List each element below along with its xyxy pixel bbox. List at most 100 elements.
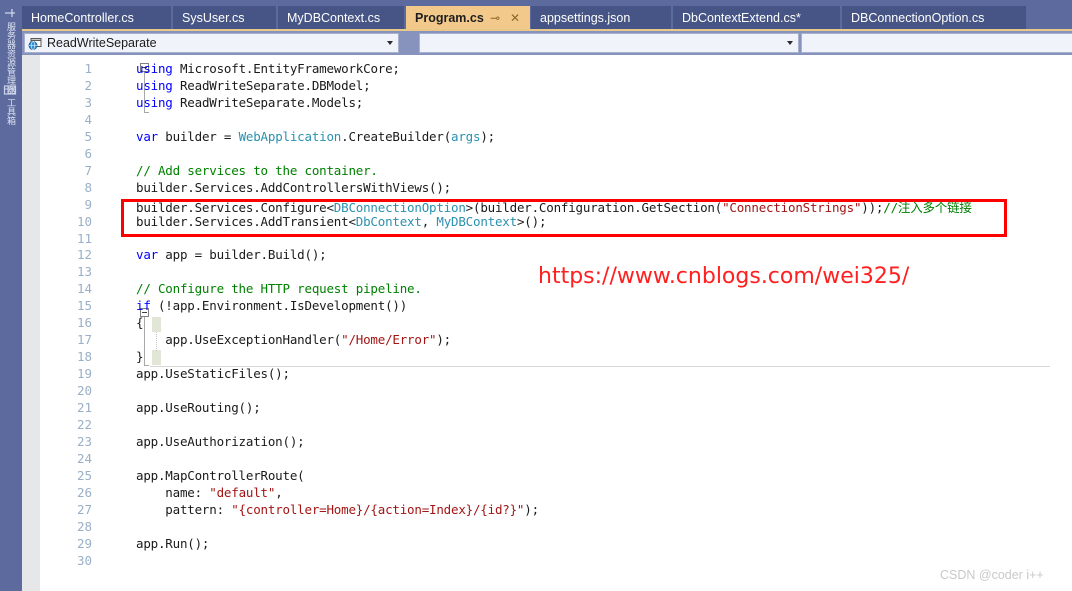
code-line: pattern: "{controller=Home}/{action=Inde… bbox=[136, 502, 539, 517]
close-icon[interactable]: ✕ bbox=[510, 6, 520, 30]
tab-label: HomeController.cs bbox=[31, 11, 134, 25]
code-line: using Microsoft.EntityFrameworkCore; bbox=[136, 61, 400, 76]
tab-db-connection-option[interactable]: DBConnectionOption.cs bbox=[842, 6, 1027, 30]
editor-tabstrip: HomeController.cs SysUser.cs MyDBContext… bbox=[22, 0, 1072, 30]
code-line: app.Run(); bbox=[136, 536, 209, 551]
type-dropdown[interactable] bbox=[419, 33, 799, 53]
line-number: 29 bbox=[76, 535, 92, 551]
code-token: ReadWriteSeparate.Models; bbox=[172, 94, 364, 110]
line-number: 4 bbox=[84, 111, 92, 127]
tab-label: Program.cs bbox=[415, 11, 484, 25]
code-text-layer: using Microsoft.EntityFrameworkCore; usin… bbox=[22, 55, 1072, 591]
line-number: 26 bbox=[76, 484, 92, 500]
code-token: "{controller=Home}/{action=Index}/{id?}" bbox=[231, 501, 525, 517]
code-token: Microsoft bbox=[172, 61, 246, 76]
code-token: ); bbox=[436, 332, 452, 348]
line-number: 13 bbox=[76, 264, 92, 280]
line-number: 24 bbox=[76, 450, 92, 466]
tab-label: DbContextExtend.cs* bbox=[682, 11, 801, 25]
tab-home-controller[interactable]: HomeController.cs bbox=[22, 6, 172, 30]
code-line: var builder = WebApplication.CreateBuild… bbox=[136, 129, 495, 144]
line-number: 8 bbox=[84, 179, 92, 195]
code-line: using ReadWriteSeparate.Models; bbox=[136, 95, 363, 110]
line-number: 5 bbox=[84, 128, 92, 144]
server-explorer-icon bbox=[3, 6, 17, 20]
code-line: app.MapControllerRoute( bbox=[136, 468, 305, 483]
code-line: builder.Services.AddTransient<DbContext,… bbox=[136, 214, 546, 229]
line-number: 9 bbox=[84, 196, 92, 212]
left-dock-strip: 服务器资源管理器 工具箱 bbox=[0, 0, 22, 591]
tab-sys-user[interactable]: SysUser.cs bbox=[173, 6, 277, 30]
code-editor[interactable]: using Microsoft.EntityFrameworkCore; usin… bbox=[22, 55, 1072, 591]
line-number: 10 bbox=[76, 213, 92, 229]
project-dropdown[interactable]: ReadWriteSeparate bbox=[24, 33, 399, 53]
code-token: builder.Services.AddTransient< bbox=[136, 213, 356, 229]
code-token: (!app.Environment.IsDevelopment()) bbox=[150, 298, 408, 314]
code-token: >(builder.Configuration.GetSection( bbox=[465, 199, 723, 215]
line-number: 23 bbox=[76, 433, 92, 449]
code-token: .EntityFrameworkCore; bbox=[245, 61, 400, 76]
code-token: args bbox=[451, 128, 481, 144]
code-token: app.UseAuthorization(); bbox=[136, 433, 305, 449]
code-line: name: "default", bbox=[136, 484, 282, 500]
code-token: name: bbox=[136, 484, 210, 500]
line-number: 11 bbox=[76, 230, 92, 246]
code-token: builder.Services.AddControllersWithViews… bbox=[136, 179, 452, 195]
code-line: // Configure the HTTP request pipeline. bbox=[136, 281, 422, 296]
code-token: MyDBContext bbox=[436, 213, 517, 229]
code-token: "/Home/Error" bbox=[341, 332, 437, 348]
tab-label: SysUser.cs bbox=[182, 11, 245, 25]
line-number: 21 bbox=[76, 400, 92, 415]
code-token: var bbox=[136, 128, 158, 144]
line-number: 2 bbox=[84, 77, 92, 93]
code-line: if (!app.Environment.IsDevelopment()) bbox=[136, 298, 407, 313]
code-token: if bbox=[136, 298, 151, 314]
line-number: 17 bbox=[76, 332, 92, 348]
code-token: DBConnectionOption bbox=[333, 199, 466, 215]
member-dropdown[interactable] bbox=[801, 33, 1072, 53]
line-number: 27 bbox=[76, 501, 92, 517]
tab-label: DBConnectionOption.cs bbox=[851, 11, 985, 25]
code-token: using bbox=[136, 61, 173, 76]
watermark-url: https://www.cnblogs.com/wei325/ bbox=[538, 264, 910, 289]
code-line: } bbox=[136, 349, 144, 364]
tab-label: MyDBContext.cs bbox=[287, 11, 381, 25]
code-token: app = builder.Build(); bbox=[157, 247, 327, 263]
code-token: // Add services to the container. bbox=[136, 162, 378, 178]
code-token: app.UseExceptionHandler( bbox=[136, 332, 342, 348]
code-token: DbContext bbox=[355, 213, 422, 229]
line-number: 12 bbox=[76, 247, 92, 263]
line-number: 30 bbox=[76, 552, 92, 568]
tab-appsettings-json[interactable]: appsettings.json bbox=[531, 6, 672, 30]
tab-db-context-extend[interactable]: DbContextExtend.cs* bbox=[673, 6, 841, 30]
code-token: ReadWriteSeparate.DBModel; bbox=[172, 77, 371, 93]
code-token: { bbox=[136, 315, 144, 331]
tab-my-db-context[interactable]: MyDBContext.cs bbox=[278, 6, 405, 30]
line-number: 28 bbox=[76, 518, 92, 534]
line-number: 25 bbox=[76, 467, 92, 483]
code-token: WebApplication bbox=[238, 128, 342, 144]
chevron-down-icon[interactable] bbox=[387, 41, 393, 45]
code-token: pattern: bbox=[136, 501, 232, 517]
line-number: 14 bbox=[76, 281, 92, 297]
line-number: 6 bbox=[84, 145, 92, 161]
pin-icon[interactable]: ⊸ bbox=[490, 6, 500, 30]
code-line: // Add services to the container. bbox=[136, 163, 378, 178]
line-number: 1 bbox=[84, 61, 92, 76]
project-globe-icon bbox=[28, 37, 42, 51]
line-number: 19 bbox=[76, 366, 92, 382]
chevron-down-icon[interactable] bbox=[787, 41, 793, 45]
toolbox-icon bbox=[3, 82, 17, 96]
csdn-watermark: CSDN @coder i++ bbox=[940, 568, 1044, 582]
code-line: app.UseExceptionHandler("/Home/Error"); bbox=[136, 332, 451, 347]
code-line: app.UseRouting(); bbox=[136, 400, 261, 415]
tab-program-cs[interactable]: Program.cs ⊸ ✕ bbox=[406, 6, 530, 30]
code-token: ); bbox=[524, 501, 539, 517]
left-dock-tab-toolbox[interactable]: 工具箱 bbox=[1, 98, 21, 125]
code-line: { bbox=[136, 315, 144, 331]
navigation-bar: ReadWriteSeparate bbox=[22, 31, 1072, 55]
code-line: app.UseAuthorization(); bbox=[136, 434, 305, 449]
code-token: ); bbox=[480, 128, 495, 144]
code-token: , bbox=[421, 213, 437, 229]
line-number: 22 bbox=[76, 416, 92, 432]
